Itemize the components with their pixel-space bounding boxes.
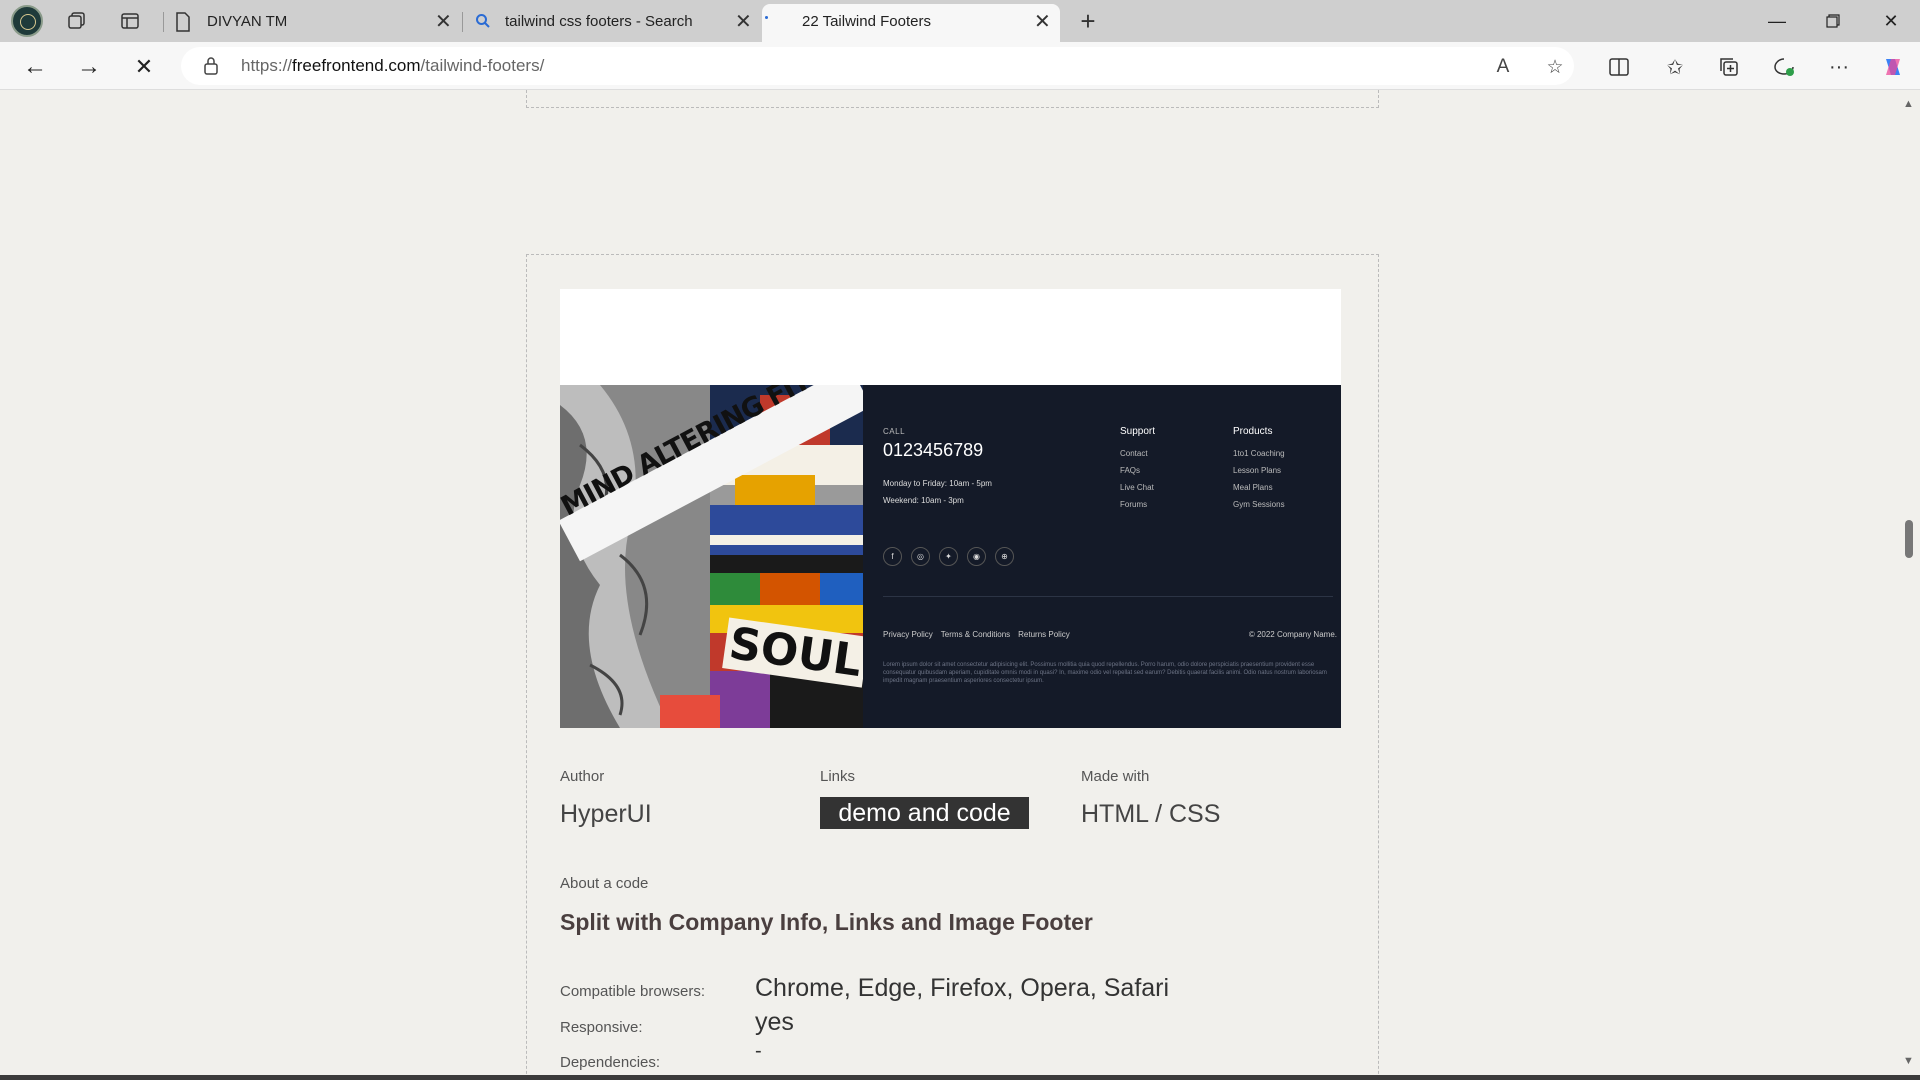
- dribbble-icon[interactable]: ⊕: [995, 547, 1014, 566]
- tab-bar: DIVYAN TM ✕ tailwind css footers - Searc…: [0, 0, 1920, 42]
- lock-icon[interactable]: [203, 56, 219, 76]
- tab-label: DIVYAN TM: [207, 13, 288, 30]
- read-aloud-icon[interactable]: A: [1491, 55, 1515, 79]
- phone-number[interactable]: 0123456789: [883, 440, 983, 461]
- support-link-contact[interactable]: Contact: [1120, 449, 1155, 458]
- workspaces-icon[interactable]: [65, 9, 89, 33]
- code-title: Split with Company Info, Links and Image…: [560, 909, 1093, 935]
- products-link-lesson-plans[interactable]: Lesson Plans: [1233, 466, 1285, 475]
- privacy-policy-link[interactable]: Privacy Policy: [883, 630, 933, 639]
- tab-label: tailwind css footers - Search: [505, 13, 693, 30]
- page-scrollbar[interactable]: ▲ ▼: [1897, 90, 1920, 1075]
- loading-icon: [765, 16, 768, 19]
- previous-card: [526, 90, 1379, 108]
- fitness-collage-image: MIND ALTERING FITNESS SOUL: [560, 385, 863, 728]
- stop-loading-icon[interactable]: ✕: [129, 52, 159, 82]
- support-heading: Support: [1120, 426, 1156, 437]
- responsive-label: Responsive:: [560, 1019, 643, 1036]
- weekday-hours: Monday to Friday: 10am - 5pm: [883, 479, 992, 488]
- made-with-label: Made with: [1081, 768, 1150, 785]
- github-icon[interactable]: ◉: [967, 547, 986, 566]
- favorites-icon[interactable]: ✩: [1662, 54, 1688, 80]
- products-heading: Products: [1233, 426, 1273, 437]
- products-link-coaching[interactable]: 1to1 Coaching: [1233, 449, 1285, 458]
- tab-separator: [163, 12, 164, 32]
- preview-header-area: [560, 289, 1341, 385]
- twitter-icon[interactable]: ✦: [939, 547, 958, 566]
- footer-preview[interactable]: MIND ALTERING FITNESS SOUL CALL 01234567…: [560, 385, 1341, 728]
- dependencies-value: -: [755, 1040, 762, 1062]
- tab-separator: [462, 12, 463, 32]
- forward-icon[interactable]: →: [74, 52, 104, 82]
- products-column: Products 1to1 Coaching Lesson Plans Meal…: [1233, 426, 1285, 517]
- instagram-icon[interactable]: ◎: [911, 547, 930, 566]
- copyright-text: © 2022 Company Name.: [1248, 630, 1337, 639]
- minimize-icon[interactable]: —: [1762, 8, 1792, 34]
- browser-toolbar: ← → ✕ https://freefrontend.com/tailwind-…: [0, 42, 1920, 90]
- collections-icon[interactable]: [1716, 54, 1742, 80]
- split-screen-icon[interactable]: [1606, 54, 1632, 80]
- author-value[interactable]: HyperUI: [560, 800, 652, 829]
- new-tab-icon[interactable]: +: [1076, 6, 1100, 36]
- dependencies-label: Dependencies:: [560, 1054, 661, 1071]
- support-column: Support Contact FAQs Live Chat Forums: [1120, 426, 1155, 517]
- made-with-value: HTML / CSS: [1081, 800, 1221, 828]
- scroll-down-icon[interactable]: ▼: [1903, 1055, 1914, 1067]
- weekend-hours: Weekend: 10am - 3pm: [883, 496, 964, 505]
- close-icon[interactable]: ✕: [435, 12, 452, 32]
- compatible-browsers-label: Compatible browsers:: [560, 983, 706, 1000]
- responsive-value: yes: [755, 1008, 794, 1036]
- scroll-thumb[interactable]: [1905, 520, 1913, 558]
- links-label: Links: [820, 768, 856, 785]
- restore-icon[interactable]: [1818, 8, 1848, 34]
- taskbar-edge: [0, 1075, 1920, 1080]
- close-window-icon[interactable]: ✕: [1876, 8, 1906, 34]
- search-icon: [475, 13, 491, 33]
- about-code-label: About a code: [560, 875, 649, 892]
- tab-search[interactable]: tailwind css footers - Search ✕: [465, 4, 760, 42]
- footer-divider: [883, 596, 1333, 597]
- compatible-browsers-value: Chrome, Edge, Firefox, Opera, Safari: [755, 974, 1170, 1002]
- back-icon[interactable]: ←: [20, 52, 50, 82]
- scroll-up-icon[interactable]: ▲: [1903, 98, 1914, 110]
- page-icon: [175, 12, 191, 36]
- url-text[interactable]: https://freefrontend.com/tailwind-footer…: [241, 56, 544, 76]
- close-icon[interactable]: ✕: [1034, 12, 1051, 32]
- tab-divyan[interactable]: DIVYAN TM ✕: [165, 4, 460, 42]
- favorite-star-icon[interactable]: ☆: [1543, 55, 1567, 79]
- profile-avatar[interactable]: [11, 5, 43, 37]
- terms-link[interactable]: Terms & Conditions: [941, 630, 1010, 639]
- facebook-icon[interactable]: f: [883, 547, 902, 566]
- support-link-forums[interactable]: Forums: [1120, 500, 1155, 509]
- page-viewport: MIND ALTERING FITNESS SOUL CALL 01234567…: [4, 90, 1897, 1075]
- address-bar[interactable]: https://freefrontend.com/tailwind-footer…: [181, 47, 1574, 85]
- browser-essentials-icon[interactable]: [1771, 54, 1797, 80]
- close-icon[interactable]: ✕: [735, 12, 752, 32]
- products-link-meal-plans[interactable]: Meal Plans: [1233, 483, 1285, 492]
- support-link-live-chat[interactable]: Live Chat: [1120, 483, 1155, 492]
- more-options-icon[interactable]: ···: [1826, 54, 1852, 80]
- tab-tailwind-footers[interactable]: 22 Tailwind Footers ✕: [762, 4, 1060, 42]
- author-label: Author: [560, 768, 605, 785]
- social-links: f ◎ ✦ ◉ ⊕: [883, 547, 1014, 566]
- tab-actions-icon[interactable]: [118, 9, 142, 33]
- demo-and-code-button[interactable]: demo and code: [820, 797, 1029, 829]
- footer-disclaimer: Lorem ipsum dolor sit amet consectetur a…: [883, 662, 1327, 684]
- footer-content: CALL 0123456789 Monday to Friday: 10am -…: [863, 385, 1341, 728]
- legal-links: Privacy Policy Terms & Conditions Return…: [883, 630, 1070, 639]
- copilot-icon[interactable]: [1880, 54, 1906, 80]
- tab-label: 22 Tailwind Footers: [802, 13, 931, 30]
- products-link-gym-sessions[interactable]: Gym Sessions: [1233, 500, 1285, 509]
- returns-policy-link[interactable]: Returns Policy: [1018, 630, 1070, 639]
- call-label: CALL: [883, 427, 906, 436]
- support-link-faqs[interactable]: FAQs: [1120, 466, 1155, 475]
